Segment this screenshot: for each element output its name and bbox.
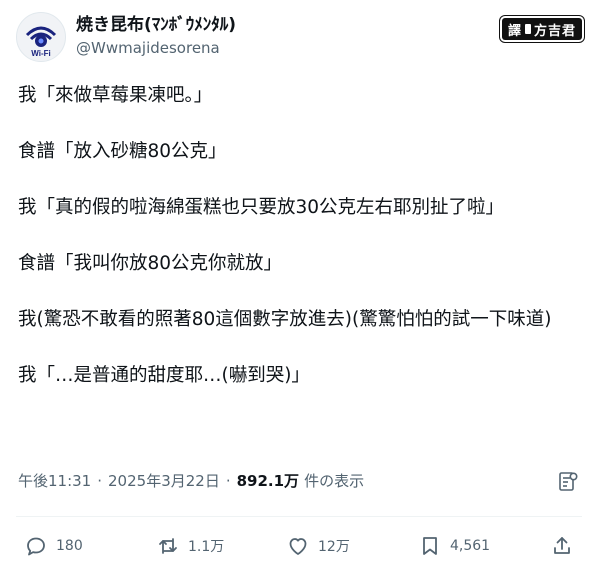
translator-watermark: 譯 方吉君	[501, 18, 582, 40]
tweet-line: 我「…是普通的甜度耶…(嚇到哭)」	[18, 365, 310, 386]
tweet-meta: 午後11:31 · 2025年3月22日 · 892.1万 件の表示	[18, 470, 364, 491]
share-button[interactable]	[550, 528, 582, 564]
meta-separator: ·	[97, 471, 103, 490]
tweet-line: 食譜「我叫你放80公克你就放」	[18, 253, 283, 274]
tweet-time[interactable]: 午後11:31	[18, 470, 91, 491]
watermark-right: 方吉君	[533, 23, 576, 39]
retweet-icon	[159, 538, 177, 554]
action-bar: 180 1.1万 12万 4,561	[0, 528, 598, 568]
like-count: 12万	[318, 539, 350, 555]
author-names: 焼き昆布(ﾏﾝﾎﾞｳﾒﾝﾀﾙ) @Wwmajidesorena	[76, 14, 236, 58]
avatar-label: Wi-Fi	[31, 49, 50, 58]
tweet-header: Wi-Fi 焼き昆布(ﾏﾝﾎﾞｳﾒﾝﾀﾙ) @Wwmajidesorena 譯 …	[16, 12, 582, 62]
tweet-date[interactable]: 2025年3月22日	[108, 470, 220, 491]
wifi-logo-icon: Wi-Fi	[25, 26, 57, 58]
watermark-left: 譯	[507, 23, 522, 39]
view-label: 件の表示	[304, 472, 365, 490]
retweet-count: 1.1万	[188, 539, 225, 555]
tweet-line: 食譜「放入砂糖80公克」	[18, 141, 227, 162]
user-handle[interactable]: @Wwmajidesorena	[76, 38, 236, 58]
like-button[interactable]: 12万	[286, 528, 350, 564]
display-name[interactable]: 焼き昆布(ﾏﾝﾎﾞｳﾒﾝﾀﾙ)	[76, 14, 236, 36]
tweet-line: 我「來做草莓果凍吧。」	[18, 85, 213, 106]
reply-icon	[27, 537, 45, 556]
watermark-separator	[524, 24, 531, 34]
reply-count: 180	[56, 538, 83, 554]
bookmark-icon	[423, 537, 437, 555]
tweet-line: 我(驚恐不敢看的照著80這個數字放進去)(驚驚怕怕的試一下味道)	[18, 309, 552, 330]
reply-button[interactable]: 180	[24, 528, 83, 564]
heart-icon	[289, 538, 307, 555]
tweet-line: 我「真的假的啦海綿蛋糕也只要放30公克左右耶別扯了啦」	[18, 197, 505, 218]
view-count: 892.1万	[236, 472, 300, 490]
bookmark-button[interactable]: 4,561	[418, 528, 490, 564]
bookmark-count: 4,561	[450, 538, 491, 554]
meta-separator: ·	[225, 471, 231, 490]
divider	[16, 516, 582, 517]
avatar[interactable]: Wi-Fi	[16, 12, 66, 62]
retweet-button[interactable]: 1.1万	[156, 528, 224, 564]
share-icon	[554, 537, 570, 554]
analytics-icon[interactable]	[556, 470, 580, 494]
tweet-text: 我「來做草莓果凍吧。」 食譜「放入砂糖80公克」 我「真的假的啦海綿蛋糕也只要放…	[18, 82, 578, 390]
